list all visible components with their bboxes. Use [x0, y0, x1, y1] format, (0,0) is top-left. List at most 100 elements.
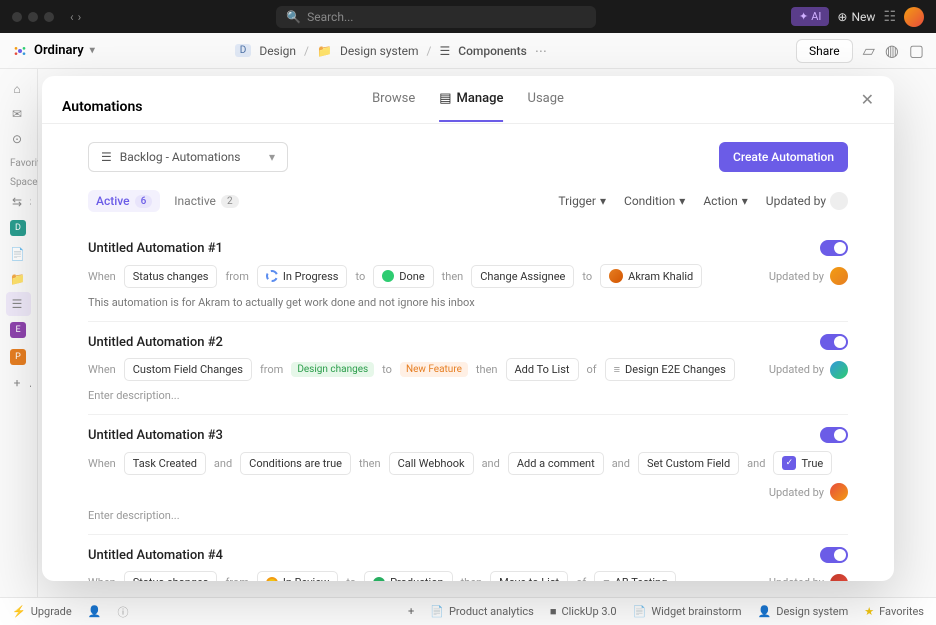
step-connector: from — [225, 576, 248, 581]
breadcrumb-list[interactable]: Components — [458, 44, 527, 58]
apps-grid-icon[interactable]: ☷ — [883, 9, 896, 25]
automation-toggle[interactable] — [820, 240, 848, 256]
sidebar-design[interactable]: DDesign — [6, 215, 31, 241]
filter-updated-by[interactable]: Updated by — [766, 192, 848, 210]
step-chip[interactable]: ✓True — [773, 451, 832, 475]
sidebar-more[interactable]: ⊙More — [6, 127, 31, 151]
automation-steps: WhenStatus changesfromIn ProgresstoDonet… — [88, 264, 848, 288]
step-chip[interactable]: Conditions are true — [240, 452, 351, 475]
automation-row[interactable]: Untitled Automation #3WhenTask Createdan… — [88, 415, 848, 535]
new-button[interactable]: ⊕ New — [837, 10, 875, 24]
filter-inactive[interactable]: Inactive 2 — [174, 194, 238, 208]
step-chip[interactable]: Move to List — [490, 571, 568, 581]
step-chip[interactable]: Task Created — [124, 452, 206, 475]
updated-by-avatar[interactable] — [830, 361, 848, 379]
automation-row[interactable]: Untitled Automation #4WhenStatus changes… — [88, 535, 848, 581]
status-design-system[interactable]: 👤Design system — [758, 605, 849, 618]
list-selector[interactable]: ☰ Backlog - Automations ▾ — [88, 142, 288, 172]
upgrade-button[interactable]: ⚡Upgrade — [12, 605, 72, 618]
step-chip[interactable]: Set Custom Field — [638, 452, 739, 475]
filter-condition[interactable]: Condition▾ — [624, 194, 685, 208]
expand-icon[interactable]: ▢ — [909, 41, 924, 60]
spaces-heading: Spaces — [6, 171, 31, 190]
step-tag[interactable]: New Feature — [400, 362, 468, 377]
step-connector: to — [582, 270, 592, 283]
tab-browse[interactable]: Browse — [372, 91, 415, 122]
filter-active[interactable]: Active 6 — [88, 190, 160, 212]
step-chip[interactable]: Status changes — [124, 265, 218, 288]
sidebar-add[interactable]: +Add — [6, 371, 31, 395]
sidebar-home[interactable]: ⌂Home — [6, 77, 31, 101]
step-tag[interactable]: Design changes — [291, 362, 374, 377]
cart-icon[interactable]: ▱ — [863, 41, 875, 60]
create-automation-button[interactable]: Create Automation — [719, 142, 848, 172]
updated-by-avatar[interactable] — [830, 483, 848, 501]
automation-row[interactable]: Untitled Automation #1WhenStatus changes… — [88, 228, 848, 322]
status-product-analytics[interactable]: 📄Product analytics — [430, 605, 534, 618]
step-chip[interactable]: Change Assignee — [471, 265, 574, 288]
step-chip[interactable]: ≡Design E2E Changes — [605, 358, 735, 381]
sidebar-folder[interactable]: 📁 — [6, 267, 31, 291]
status-clickup[interactable]: ■ClickUp 3.0 — [550, 605, 617, 618]
updated-by-avatar[interactable] — [830, 267, 848, 285]
current-user-avatar[interactable] — [904, 7, 924, 27]
automation-description[interactable]: Enter description... — [88, 509, 848, 522]
step-chip[interactable]: In Review — [257, 571, 338, 581]
step-chip[interactable]: Done — [373, 265, 433, 288]
step-chip[interactable]: Add To List — [506, 358, 579, 381]
step-chip[interactable]: Production — [364, 571, 452, 581]
bell-icon[interactable]: ◍ — [885, 41, 899, 60]
space-badge-e: E — [10, 322, 26, 338]
automation-toggle[interactable] — [820, 427, 848, 443]
step-chip[interactable]: ≡AB Testing — [594, 571, 676, 581]
tab-manage[interactable]: ▤Manage — [439, 91, 503, 122]
breadcrumb-folder[interactable]: Design system — [340, 44, 419, 58]
step-chip[interactable]: Custom Field Changes — [124, 358, 252, 381]
sidebar-list-active[interactable]: ☰ — [6, 292, 31, 316]
back-button[interactable]: ‹ — [70, 10, 74, 24]
breadcrumb: D Design / 📁 Design system / ☰ Component… — [235, 44, 547, 58]
automation-toggle[interactable] — [820, 334, 848, 350]
breadcrumb-space[interactable]: Design — [259, 44, 296, 58]
step-chip[interactable]: In Progress — [257, 265, 348, 288]
filters-row: Active 6 Inactive 2 Trigger▾ Condition▾ … — [88, 190, 848, 212]
maximize-window[interactable] — [44, 12, 54, 22]
sidebar-shared[interactable]: ⇆Shared — [6, 190, 31, 214]
sidebar-product[interactable]: PProduct — [6, 344, 31, 370]
close-button[interactable]: ✕ — [861, 90, 874, 123]
more-icon: ⊙ — [10, 132, 24, 146]
automation-toggle[interactable] — [820, 547, 848, 563]
close-window[interactable] — [12, 12, 22, 22]
workspace-switcher[interactable]: Ordinary ▾ — [12, 43, 95, 59]
step-connector: then — [442, 270, 464, 283]
automations-modal: Automations Browse ▤Manage Usage ✕ ☰ Bac… — [42, 76, 894, 581]
status-widget[interactable]: 📄Widget brainstorm — [633, 605, 742, 618]
filter-trigger[interactable]: Trigger▾ — [558, 194, 606, 208]
step-chip[interactable]: Akram Khalid — [600, 264, 702, 288]
filter-action[interactable]: Action▾ — [703, 194, 747, 208]
step-chip[interactable]: Call Webhook — [389, 452, 474, 475]
step-chip[interactable]: Status changes — [124, 571, 218, 581]
person-icon[interactable]: 👤 — [88, 605, 102, 618]
automation-row[interactable]: Untitled Automation #2WhenCustom Field C… — [88, 322, 848, 415]
help-icon[interactable]: ⓘ — [117, 604, 128, 620]
step-chip[interactable]: Add a comment — [508, 452, 604, 475]
share-button[interactable]: Share — [796, 39, 853, 63]
automation-description[interactable]: This automation is for Akram to actually… — [88, 296, 848, 309]
updated-by-avatar[interactable] — [830, 574, 848, 582]
status-favorites[interactable]: ★Favorites — [864, 605, 924, 618]
sidebar-everything[interactable]: EEverything — [6, 317, 31, 343]
sidebar-doc[interactable]: 📄 — [6, 242, 31, 266]
sidebar-inbox[interactable]: ✉Inbox — [6, 102, 31, 126]
automation-description[interactable]: Enter description... — [88, 389, 848, 402]
more-icon[interactable]: ⋯ — [535, 44, 547, 58]
plus-icon[interactable]: + — [408, 605, 414, 618]
tab-usage[interactable]: Usage — [528, 91, 564, 122]
ai-button[interactable]: ✦ AI — [791, 7, 829, 26]
minimize-window[interactable] — [28, 12, 38, 22]
plus-icon: + — [10, 376, 24, 390]
forward-button[interactable]: › — [78, 10, 82, 24]
global-search[interactable]: 🔍 Search... — [276, 6, 596, 28]
space-badge[interactable]: D — [235, 44, 252, 57]
automations-list: Untitled Automation #1WhenStatus changes… — [88, 228, 848, 581]
